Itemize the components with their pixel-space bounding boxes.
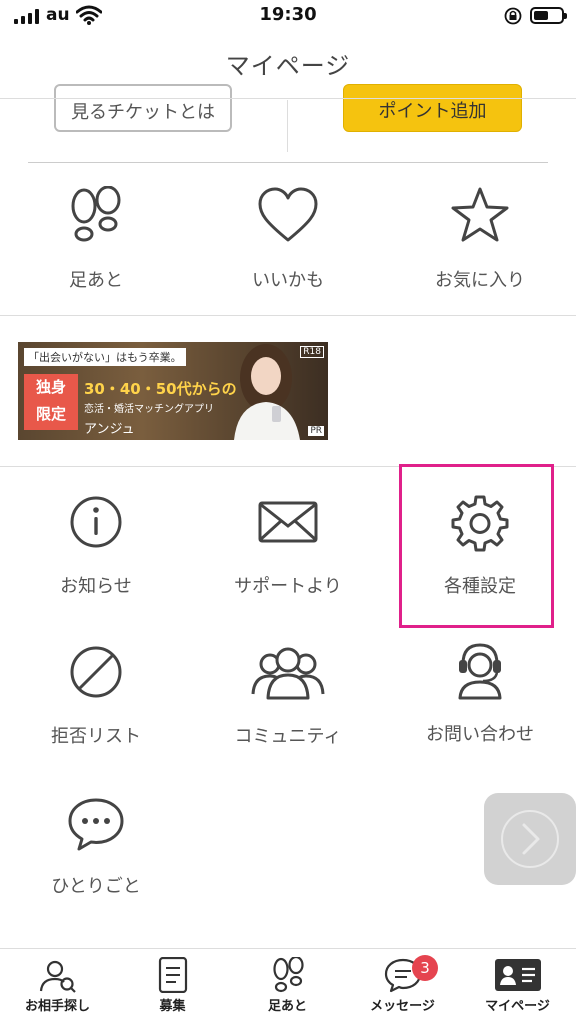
r18-badge: R18: [300, 346, 324, 358]
quick-link-footprints[interactable]: 足あと: [0, 186, 192, 292]
tab-recruit[interactable]: 募集: [115, 949, 230, 1024]
block-icon: [70, 646, 122, 698]
page-title: マイページ: [225, 52, 351, 80]
menu-item-label: コミュニティ: [234, 726, 342, 747]
profile-card-icon: [494, 959, 541, 991]
banner-badge-line: 限定: [35, 405, 66, 423]
search-person-icon: [39, 960, 76, 993]
banner-subtitle: 恋活・婚活マッチングアプリ: [84, 404, 214, 415]
speech-bubble-icon: [68, 798, 124, 851]
chevron-right-icon: [501, 810, 559, 868]
footprints-icon: [272, 957, 304, 993]
menu-item-community[interactable]: コミュニティ: [192, 644, 384, 748]
section-divider: [0, 315, 576, 316]
heart-icon: [258, 187, 318, 242]
header-divider-overlay: [0, 98, 576, 99]
document-icon: [158, 957, 187, 993]
tab-label: 足あと: [267, 999, 307, 1014]
settings-highlight-box: [399, 464, 554, 628]
info-icon: [70, 496, 122, 548]
tab-label: 募集: [159, 999, 186, 1014]
menu-item-label: お知らせ: [60, 576, 132, 597]
menu-item-label: お問い合わせ: [426, 724, 534, 745]
star-icon: [451, 187, 509, 242]
menu-item-label: ひとりごと: [51, 876, 141, 897]
section-divider: [28, 162, 548, 163]
quick-link-favorites[interactable]: お気に入り: [384, 186, 576, 292]
menu-item-notices[interactable]: お知らせ: [0, 494, 192, 598]
quick-link-label: 足あと: [69, 270, 123, 291]
bottom-tab-bar: お相手探し 募集 足あと メッセージ 3 マイページ: [0, 948, 576, 1024]
tab-label: メッセージ: [370, 999, 435, 1014]
menu-item-monologue[interactable]: ひとりごと: [0, 796, 192, 898]
banner-brand: アンジュ: [84, 422, 135, 437]
menu-item-contact[interactable]: お問い合わせ: [384, 640, 576, 746]
tab-label: お相手探し: [24, 999, 90, 1014]
quick-link-label: いいかも: [252, 270, 324, 291]
tab-messages[interactable]: メッセージ 3: [345, 949, 460, 1024]
pr-badge: PR: [308, 426, 324, 436]
clock: 19:30: [259, 4, 317, 25]
community-icon: [251, 647, 325, 700]
banner-catchphrase: 「出会いがない」はもう卒業。: [24, 348, 186, 366]
menu-item-support[interactable]: サポートより: [192, 494, 384, 598]
tab-footprints[interactable]: 足あと: [230, 949, 345, 1024]
headset-icon: [458, 643, 502, 700]
tab-label: マイページ: [485, 999, 550, 1014]
status-bar: au 19:30: [0, 0, 576, 34]
menu-item-block-list[interactable]: 拒否リスト: [0, 644, 192, 748]
add-points-button[interactable]: ポイント追加: [343, 84, 522, 132]
ad-banner[interactable]: 「出会いがない」はもう卒業。 独身 限定 30・40・50代からの 恋活・婚活マ…: [18, 342, 328, 440]
unread-count-badge: 3: [412, 955, 438, 981]
menu-item-label: 拒否リスト: [51, 726, 141, 747]
floating-next-button[interactable]: [484, 793, 576, 885]
tickets-info-button[interactable]: 見るチケットとは: [54, 84, 232, 132]
banner-badge: 独身 限定: [24, 374, 78, 430]
tab-search-partner[interactable]: お相手探し: [0, 949, 115, 1024]
banner-model-photo: [234, 344, 300, 440]
orientation-lock-icon: [504, 7, 522, 25]
menu-item-label: サポートより: [234, 576, 342, 597]
banner-badge-line: 独身: [35, 378, 66, 396]
quick-link-label: お気に入り: [435, 270, 525, 291]
envelope-icon: [258, 501, 318, 543]
footprints-icon: [71, 186, 121, 242]
tab-mypage[interactable]: マイページ: [460, 949, 575, 1024]
vertical-divider: [287, 100, 288, 152]
battery-icon: [530, 7, 567, 24]
quick-link-likes[interactable]: いいかも: [192, 186, 384, 292]
